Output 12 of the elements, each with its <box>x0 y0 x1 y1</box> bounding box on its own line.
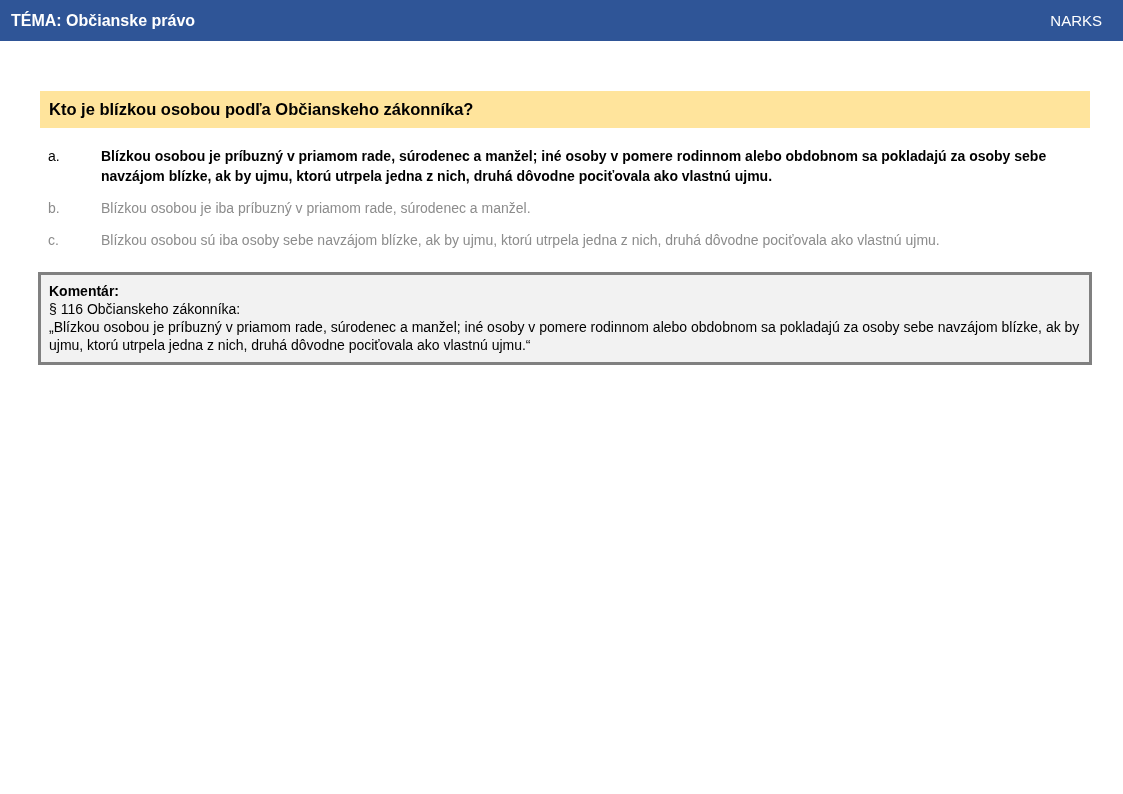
answer-text: Blízkou osobou je iba príbuzný v priamom rade, súrodenec a manžel. <box>101 199 531 218</box>
question-text: Kto je blízkou osobou podľa Občianskeho zákonníka? <box>40 91 1090 128</box>
answer-text: Blízkou osobou sú iba osoby sebe navzájom blízke, ak by ujmu, ktorú utrpela jedna z nich, druhá dôvodne pociťovala ako vlastnú ujmu. <box>101 231 940 250</box>
answer-letter: b. <box>48 199 61 218</box>
topic-title: TÉMA: Občianske právo <box>11 11 196 30</box>
brand-label: NARKS <box>1050 12 1102 29</box>
comment-title: Komentár: <box>49 282 120 300</box>
answer-letter: a. <box>48 147 61 166</box>
comment-quote: „Blízkou osobou je príbuzný v priamom rade, súrodenec a manžel; iné osoby v pomere rodinnom alebo obdobnom sa pokladajú za osoby sebe navzájom blízke, ak by ujmu, ktorú utrpela jedna z nich, druhá dôvodne pociťovala ako vlastnú ujmu.“ <box>49 318 1081 354</box>
answer-text: Blízkou osobou je príbuzný v priamom rade, súrodenec a manžel; iné osoby v pomere rodinnom alebo obdobnom sa pokladajú za osoby sebe navzájom blízke, ak by ujmu, ktorú utrpela jedna z nich, druhá dôvodne pociťovala ako vlastnú ujmu. <box>101 147 1048 186</box>
answer-letter: c. <box>48 231 60 250</box>
comment-source: § 116 Občianskeho zákonníka: <box>49 300 242 318</box>
